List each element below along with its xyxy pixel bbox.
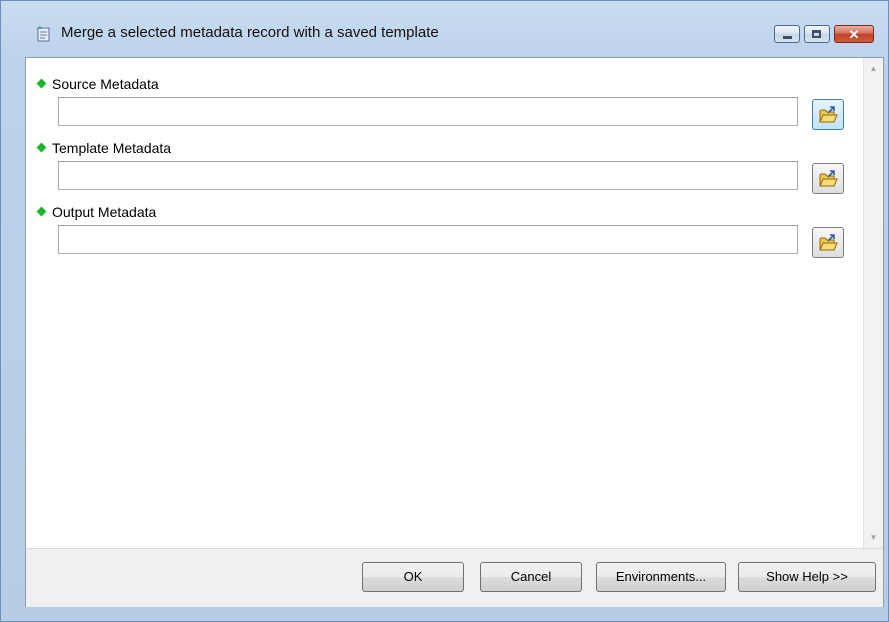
- ok-button[interactable]: OK: [362, 562, 464, 592]
- maximize-button[interactable]: [804, 25, 830, 43]
- required-dot-icon: [36, 142, 47, 153]
- required-dot-icon: [36, 206, 47, 217]
- dialog-client-area: Source Metadata Template Metadata Output…: [25, 57, 884, 607]
- parameters-panel: Source Metadata Template Metadata Output…: [26, 58, 864, 548]
- environments-button[interactable]: Environments...: [596, 562, 726, 592]
- tool-dialog-window: Merge a selected metadata record with a …: [0, 0, 889, 622]
- title-bar[interactable]: Merge a selected metadata record with a …: [1, 1, 888, 53]
- output-metadata-input[interactable]: [58, 225, 798, 254]
- open-folder-icon: [819, 234, 838, 251]
- cancel-button[interactable]: Cancel: [480, 562, 582, 592]
- open-folder-icon: [819, 170, 838, 187]
- param-label: Template Metadata: [36, 140, 172, 156]
- vertical-scrollbar[interactable]: ▲ ▼: [863, 58, 883, 548]
- close-icon: ✕: [848, 27, 860, 42]
- show-help-button[interactable]: Show Help >>: [738, 562, 876, 592]
- output-metadata-label: Output Metadata: [52, 204, 157, 220]
- required-dot-icon: [36, 78, 47, 89]
- scroll-down-arrow-icon[interactable]: ▼: [864, 529, 883, 546]
- param-label: Output Metadata: [36, 204, 157, 220]
- dialog-footer: OK Cancel Environments... Show Help >>: [26, 548, 883, 607]
- output-metadata-browse-button[interactable]: [812, 227, 844, 258]
- source-metadata-browse-button[interactable]: [812, 99, 844, 130]
- close-button[interactable]: ✕: [834, 25, 874, 43]
- minimize-icon: [783, 36, 792, 39]
- source-metadata-input[interactable]: [58, 97, 798, 126]
- open-folder-icon: [819, 106, 838, 123]
- metadata-tool-icon: [35, 25, 53, 43]
- minimize-button[interactable]: [774, 25, 800, 43]
- param-label: Source Metadata: [36, 76, 159, 92]
- template-metadata-browse-button[interactable]: [812, 163, 844, 194]
- window-title: Merge a selected metadata record with a …: [61, 24, 439, 41]
- template-metadata-label: Template Metadata: [52, 140, 172, 156]
- source-metadata-label: Source Metadata: [52, 76, 159, 92]
- template-metadata-input[interactable]: [58, 161, 798, 190]
- maximize-icon: [812, 30, 821, 38]
- window-controls: ✕: [770, 25, 874, 45]
- scroll-up-arrow-icon[interactable]: ▲: [864, 60, 883, 77]
